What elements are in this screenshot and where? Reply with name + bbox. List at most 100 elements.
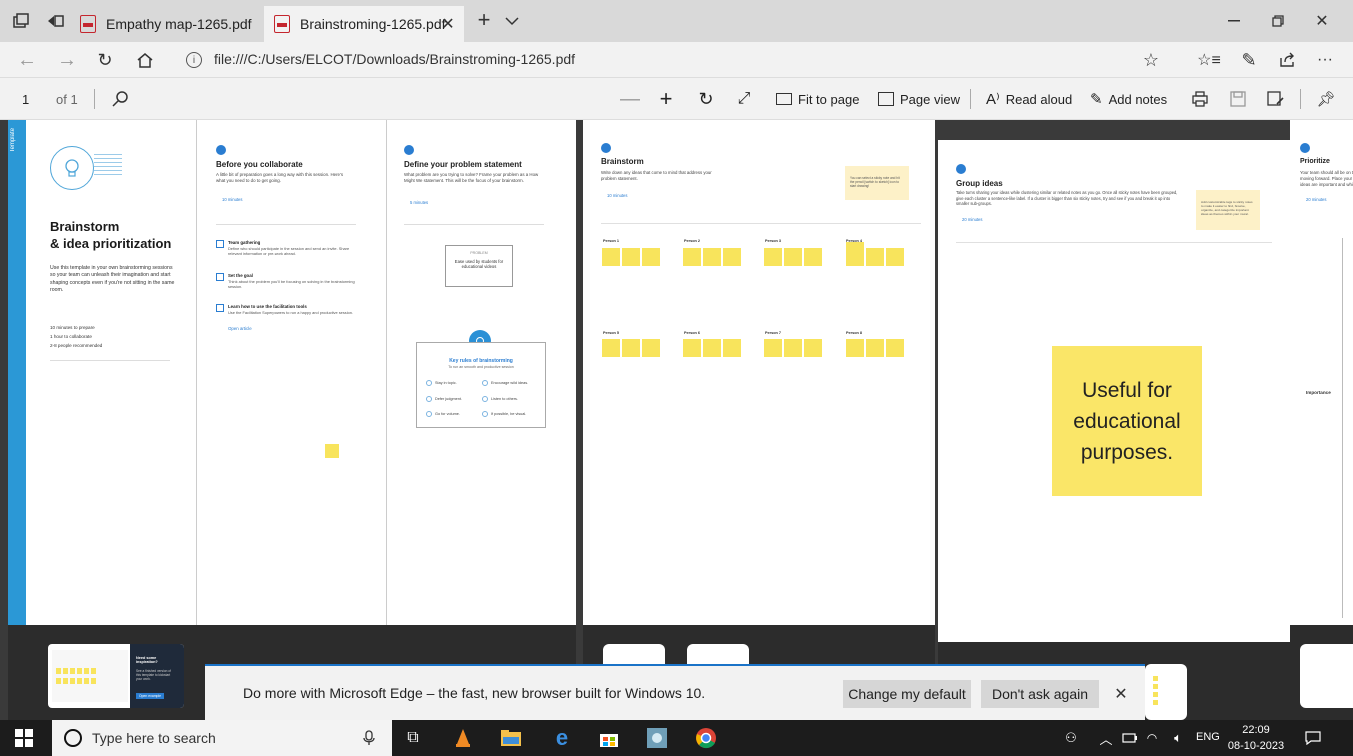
chrome-icon[interactable]	[694, 726, 718, 750]
search-placeholder: Type here to search	[92, 730, 216, 746]
zoom-out-icon[interactable]: —	[620, 78, 640, 120]
inspiration-text: See a finished version of this template …	[136, 669, 171, 682]
forward-icon[interactable]: →	[56, 49, 78, 71]
step4-title: Group ideas	[956, 179, 1003, 188]
fullscreen-icon[interactable]: ⤢	[734, 78, 754, 120]
problem-statement-box: PROBLEM Ease used by students for educat…	[445, 245, 513, 287]
rule-icon	[482, 396, 488, 402]
tip-note: Add customizable tags to sticky notes to…	[1196, 190, 1260, 230]
pdf-viewport[interactable]: Template Brainstorm & idea prioritizatio…	[0, 120, 1353, 720]
chevron-down-icon[interactable]	[502, 12, 522, 30]
read-aloud-icon: A⁾	[986, 91, 1000, 108]
item-text: Think about the problem you'll be focusi…	[228, 279, 355, 289]
step-divider	[404, 224, 544, 225]
edge-notification-bar: Do more with Microsoft Edge – the fast, …	[205, 664, 1145, 720]
step3-time: 10 minutes	[607, 193, 628, 198]
task-view-icon[interactable]: ⧉	[402, 728, 424, 748]
person-label: Person 2	[684, 239, 701, 243]
save-icon[interactable]	[1228, 78, 1248, 120]
zoom-in-icon[interactable]: +	[656, 78, 676, 120]
item-a-icon	[216, 240, 224, 248]
vlc-icon[interactable]	[452, 728, 474, 748]
sticky-note	[325, 444, 339, 458]
minimize-icon[interactable]	[1222, 12, 1246, 30]
edge-icon[interactable]: e	[550, 725, 574, 750]
search-icon[interactable]	[110, 78, 130, 120]
print-icon[interactable]	[1190, 78, 1210, 120]
tab-empathy-map[interactable]: Empathy map-1265.pdf	[74, 6, 254, 42]
open-example-button[interactable]: Open example	[136, 693, 165, 699]
save-as-icon[interactable]	[1266, 78, 1286, 120]
tab-brainstorming[interactable]: Brainstroming-1265.pdf ✕	[264, 6, 464, 42]
step1-title: Before you collaborate	[216, 160, 303, 169]
address-input[interactable]: file:///C:/Users/ELCOT/Downloads/Brainst…	[214, 51, 575, 67]
taskbar-search-box[interactable]: Type here to search	[52, 720, 392, 756]
item-text: Use the Facilitation Superpowers to run …	[228, 310, 354, 315]
person-label: Person 7	[765, 331, 782, 335]
battery-icon[interactable]	[1122, 732, 1138, 744]
restore-icon[interactable]	[1266, 12, 1290, 30]
clock-date: 08-10-2023	[1227, 740, 1285, 752]
more-icon[interactable]: ···	[1314, 50, 1336, 70]
divider	[94, 78, 95, 120]
sticky-note	[846, 339, 864, 357]
cover-divider	[50, 360, 170, 361]
close-tab-icon[interactable]: ✕	[440, 16, 456, 33]
dont-ask-again-button[interactable]: Don't ask again	[981, 680, 1099, 708]
thumbnail-card[interactable]	[1300, 644, 1353, 708]
step-divider	[956, 242, 1272, 243]
app-tile-icon[interactable]	[646, 728, 668, 748]
thumbnail-card[interactable]	[1145, 664, 1187, 720]
sticky-note	[804, 339, 822, 357]
share-icon[interactable]	[1276, 50, 1298, 70]
back-icon[interactable]: ←	[16, 49, 38, 71]
rotate-icon[interactable]: ↻	[696, 78, 716, 120]
wifi-icon[interactable]: ◠	[1144, 729, 1160, 747]
rule-item: Stay in topic.	[435, 381, 457, 385]
page-view-icon	[878, 92, 894, 106]
step-number-icon	[404, 145, 414, 155]
sticky-note	[764, 339, 782, 357]
new-tab-icon[interactable]: +	[472, 7, 496, 32]
read-aloud-label: Read aloud	[1005, 91, 1073, 107]
close-window-icon[interactable]: ✕	[1310, 12, 1334, 30]
notifications-icon[interactable]	[1304, 729, 1322, 747]
volume-icon[interactable]: 🔈︎	[1168, 729, 1188, 747]
pin-icon[interactable]: 📌︎	[1316, 78, 1336, 120]
read-aloud-button[interactable]: A⁾ Read aloud	[986, 78, 1072, 120]
sticky-note	[723, 339, 741, 357]
open-article-link[interactable]: Open article	[228, 326, 252, 331]
microphone-icon[interactable]	[362, 729, 376, 747]
add-notes-button[interactable]: ✎ Add notes	[1090, 78, 1167, 120]
favorites-list-icon[interactable]: ☆≡	[1197, 50, 1221, 70]
people-icon[interactable]: ⚇	[1062, 729, 1080, 747]
favorite-star-icon[interactable]: ☆	[1140, 50, 1162, 70]
pen-icon[interactable]: ✎	[1238, 50, 1260, 70]
store-icon[interactable]	[598, 728, 620, 748]
info-icon[interactable]: i	[186, 52, 202, 68]
divider	[970, 78, 971, 120]
sticky-note	[866, 339, 884, 357]
show-hidden-icons-icon[interactable]: ︿	[1098, 729, 1114, 747]
lightbulb-icon	[50, 146, 94, 190]
step3-title: Brainstorm	[601, 157, 644, 166]
change-default-button[interactable]: Change my default	[843, 680, 971, 708]
step-number-icon	[216, 145, 226, 155]
windows-start-icon[interactable]	[14, 729, 34, 747]
refresh-icon[interactable]: ↻	[94, 50, 116, 70]
language-indicator[interactable]: ENG	[1196, 731, 1220, 743]
sticky-note	[642, 339, 660, 357]
close-notification-icon[interactable]: ✕	[1111, 684, 1131, 704]
windows-taskbar: Type here to search ⧉ e ⚇ ︿ ◠ 🔈︎ ENG 22:…	[0, 720, 1353, 756]
file-explorer-icon[interactable]	[500, 728, 522, 748]
set-tabs-aside-icon[interactable]	[46, 12, 64, 30]
tab-actions-icon[interactable]	[12, 12, 30, 30]
meta-collaborate: 1 hour to collaborate	[50, 334, 92, 339]
rule-icon	[426, 380, 432, 386]
page-number-input[interactable]: 1	[22, 78, 29, 120]
inspiration-card[interactable]: Need some inspiration? See a finished ve…	[48, 644, 184, 708]
home-icon[interactable]	[134, 50, 156, 70]
fit-to-page-button[interactable]: Fit to page	[776, 78, 859, 120]
clock[interactable]: 22:09 08-10-2023	[1226, 722, 1286, 754]
page-view-button[interactable]: Page view	[878, 78, 960, 120]
